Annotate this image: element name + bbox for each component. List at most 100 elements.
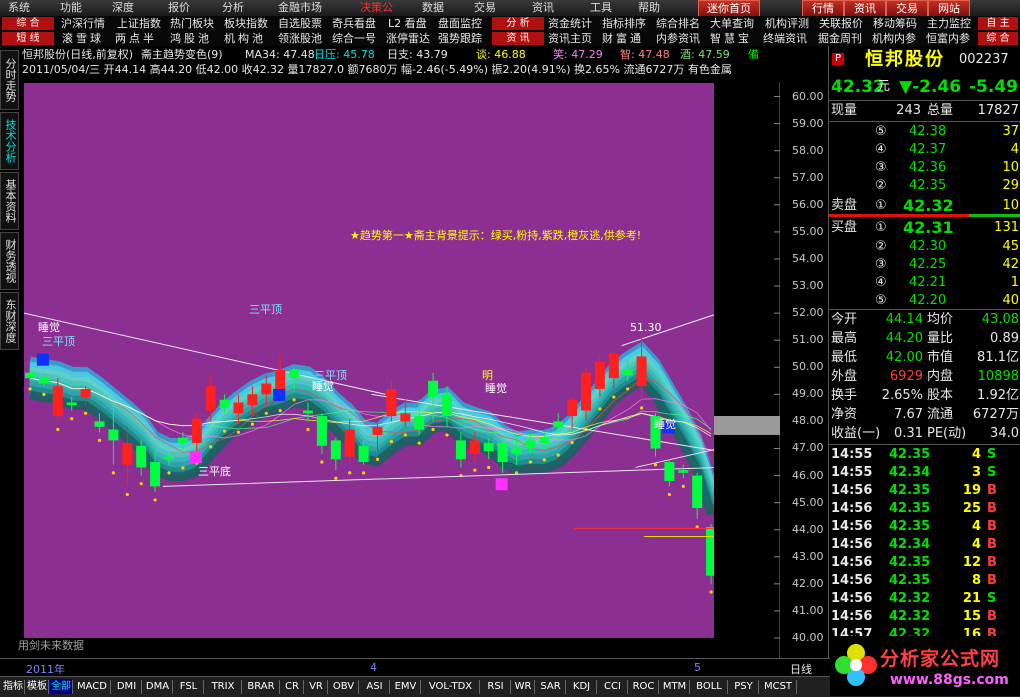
candle-body[interactable] bbox=[442, 394, 452, 416]
quick-link[interactable]: 热门板块 bbox=[170, 16, 214, 31]
quick-link[interactable]: 恒富内参 bbox=[926, 31, 970, 46]
indicator-tab[interactable]: MCST bbox=[760, 679, 796, 694]
indicator-tab[interactable]: FSL bbox=[174, 679, 203, 694]
quick-link[interactable]: 大单查询 bbox=[710, 16, 754, 31]
menu-system[interactable]: 系统 bbox=[8, 0, 30, 16]
indicator-tab[interactable]: TRIX bbox=[205, 679, 241, 694]
indicator-tab[interactable]: WR bbox=[512, 679, 534, 694]
menu-function[interactable]: 功能 bbox=[60, 0, 82, 16]
indicator-tab[interactable]: 指标 bbox=[2, 679, 24, 694]
menu-trade[interactable]: 交易 bbox=[474, 0, 496, 16]
candle-body[interactable] bbox=[358, 445, 369, 463]
candle-body[interactable] bbox=[177, 437, 188, 444]
quick-link[interactable]: 鸿 bbox=[170, 31, 181, 46]
quick-link[interactable]: 主力监控 bbox=[927, 16, 971, 31]
quick-link[interactable]: 领涨股池 bbox=[278, 31, 322, 46]
quick-tag-general-2[interactable]: 综 合 bbox=[978, 32, 1018, 45]
quick-link[interactable]: 综合一号 bbox=[332, 31, 376, 46]
menu-data[interactable]: 数据 bbox=[422, 0, 444, 16]
ask-row[interactable]: ② 42.35 29 bbox=[829, 177, 1020, 195]
quick-link[interactable]: 资金统计 bbox=[548, 16, 592, 31]
candle-body[interactable] bbox=[622, 369, 633, 376]
quick-link[interactable]: 沪深行情 bbox=[61, 16, 105, 31]
tab-dongcai[interactable]: 东财深度 bbox=[0, 292, 19, 350]
indicator-tab[interactable]: BOLL bbox=[691, 679, 727, 694]
candle-body[interactable] bbox=[525, 440, 536, 449]
quick-link[interactable]: 内参资讯 bbox=[656, 31, 700, 46]
quick-link[interactable]: 半 bbox=[143, 31, 154, 46]
tab-intraday[interactable]: 分时走势 bbox=[0, 50, 19, 110]
indicator-name[interactable]: 斋主趋势变色(9) bbox=[141, 48, 223, 62]
indicator-tab[interactable]: ASI bbox=[360, 679, 389, 694]
menu-quote[interactable]: 报价 bbox=[168, 0, 190, 16]
quick-link[interactable]: 池 bbox=[198, 31, 209, 46]
quick-link[interactable]: 综合排名 bbox=[656, 16, 700, 31]
candle-body[interactable] bbox=[80, 388, 91, 398]
quick-link[interactable]: 富 bbox=[616, 31, 627, 46]
candle-body[interactable] bbox=[692, 475, 703, 509]
website-button[interactable]: 网站 bbox=[928, 0, 970, 17]
candle-body[interactable] bbox=[108, 429, 119, 441]
candle-body[interactable] bbox=[261, 383, 272, 395]
quick-link[interactable]: 掘金周刊 bbox=[818, 31, 862, 46]
tab-financials[interactable]: 财务透视 bbox=[0, 232, 19, 290]
candle-body[interactable] bbox=[66, 402, 77, 406]
quick-link[interactable]: 雪 bbox=[76, 31, 87, 46]
candle-body[interactable] bbox=[233, 402, 244, 414]
candle-body[interactable] bbox=[386, 388, 397, 416]
candle-body[interactable] bbox=[608, 353, 619, 379]
news-button[interactable]: 资讯 bbox=[844, 0, 886, 17]
quick-link[interactable]: 指标排序 bbox=[602, 16, 646, 31]
quick-link[interactable]: 终端资讯 bbox=[763, 31, 807, 46]
quick-link[interactable]: 通 bbox=[630, 31, 641, 46]
candle-body[interactable] bbox=[678, 470, 689, 473]
candle-body[interactable] bbox=[539, 437, 550, 444]
candle-body[interactable] bbox=[191, 418, 202, 444]
bid-row[interactable]: ⑤ 42.20 40 bbox=[829, 292, 1020, 310]
indicator-tab[interactable]: MTM bbox=[660, 679, 689, 694]
menu-decision[interactable]: 决策公 bbox=[360, 0, 393, 16]
quick-link[interactable]: 板块指数 bbox=[224, 16, 268, 31]
quick-link[interactable]: 宝 bbox=[738, 31, 749, 46]
candle-body[interactable] bbox=[553, 421, 564, 427]
quick-link[interactable]: L2 看盘 bbox=[388, 16, 427, 31]
bid-row[interactable]: ④ 42.21 1 bbox=[829, 274, 1020, 292]
candle-body[interactable] bbox=[330, 440, 341, 460]
indicator-tab[interactable]: EMV bbox=[391, 679, 420, 694]
indicator-tab[interactable]: VOL-TDX bbox=[422, 679, 479, 694]
quick-link[interactable]: 资讯主页 bbox=[548, 31, 592, 46]
candle-body[interactable] bbox=[455, 440, 466, 460]
quote-button[interactable]: 行情 bbox=[802, 0, 844, 17]
quick-link[interactable]: 池 bbox=[252, 31, 263, 46]
candle-body[interactable] bbox=[483, 443, 494, 452]
candle-body[interactable] bbox=[706, 527, 714, 576]
quick-link[interactable]: 球 bbox=[90, 31, 101, 46]
quick-tag-analysis[interactable]: 分 析 bbox=[492, 17, 544, 30]
candle-body[interactable] bbox=[636, 356, 647, 387]
quick-link[interactable]: 盘面监控 bbox=[438, 16, 482, 31]
quick-link[interactable]: 财 bbox=[602, 31, 613, 46]
candle-body[interactable] bbox=[25, 372, 35, 379]
candle-body[interactable] bbox=[372, 426, 383, 435]
quick-link[interactable]: 涨停雷达 bbox=[386, 31, 430, 46]
bid-row[interactable]: ③ 42.25 42 bbox=[829, 256, 1020, 274]
menu-finance[interactable]: 金融市场 bbox=[278, 0, 322, 16]
candle-body[interactable] bbox=[205, 386, 216, 411]
indicator-tab[interactable]: CR bbox=[281, 679, 303, 694]
indicator-tab[interactable]: VR bbox=[305, 679, 327, 694]
candle-body[interactable] bbox=[52, 386, 63, 416]
indicator-tab[interactable]: DMA bbox=[143, 679, 172, 694]
candle-body[interactable] bbox=[136, 445, 147, 468]
quick-link[interactable]: 自选股票 bbox=[278, 16, 322, 31]
menu-news[interactable]: 资讯 bbox=[532, 0, 554, 16]
candle-body[interactable] bbox=[219, 399, 230, 408]
candle-body[interactable] bbox=[594, 361, 605, 389]
candle-body[interactable] bbox=[289, 369, 300, 379]
indicator-tab[interactable]: OBV bbox=[329, 679, 358, 694]
candle-body[interactable] bbox=[122, 443, 133, 465]
quick-link[interactable]: 上证指数 bbox=[117, 16, 161, 31]
quick-link[interactable]: 机构内参 bbox=[872, 31, 916, 46]
candle-body[interactable] bbox=[316, 416, 327, 446]
indicator-tab[interactable]: SAR bbox=[536, 679, 565, 694]
menu-analysis[interactable]: 分析 bbox=[222, 0, 244, 16]
